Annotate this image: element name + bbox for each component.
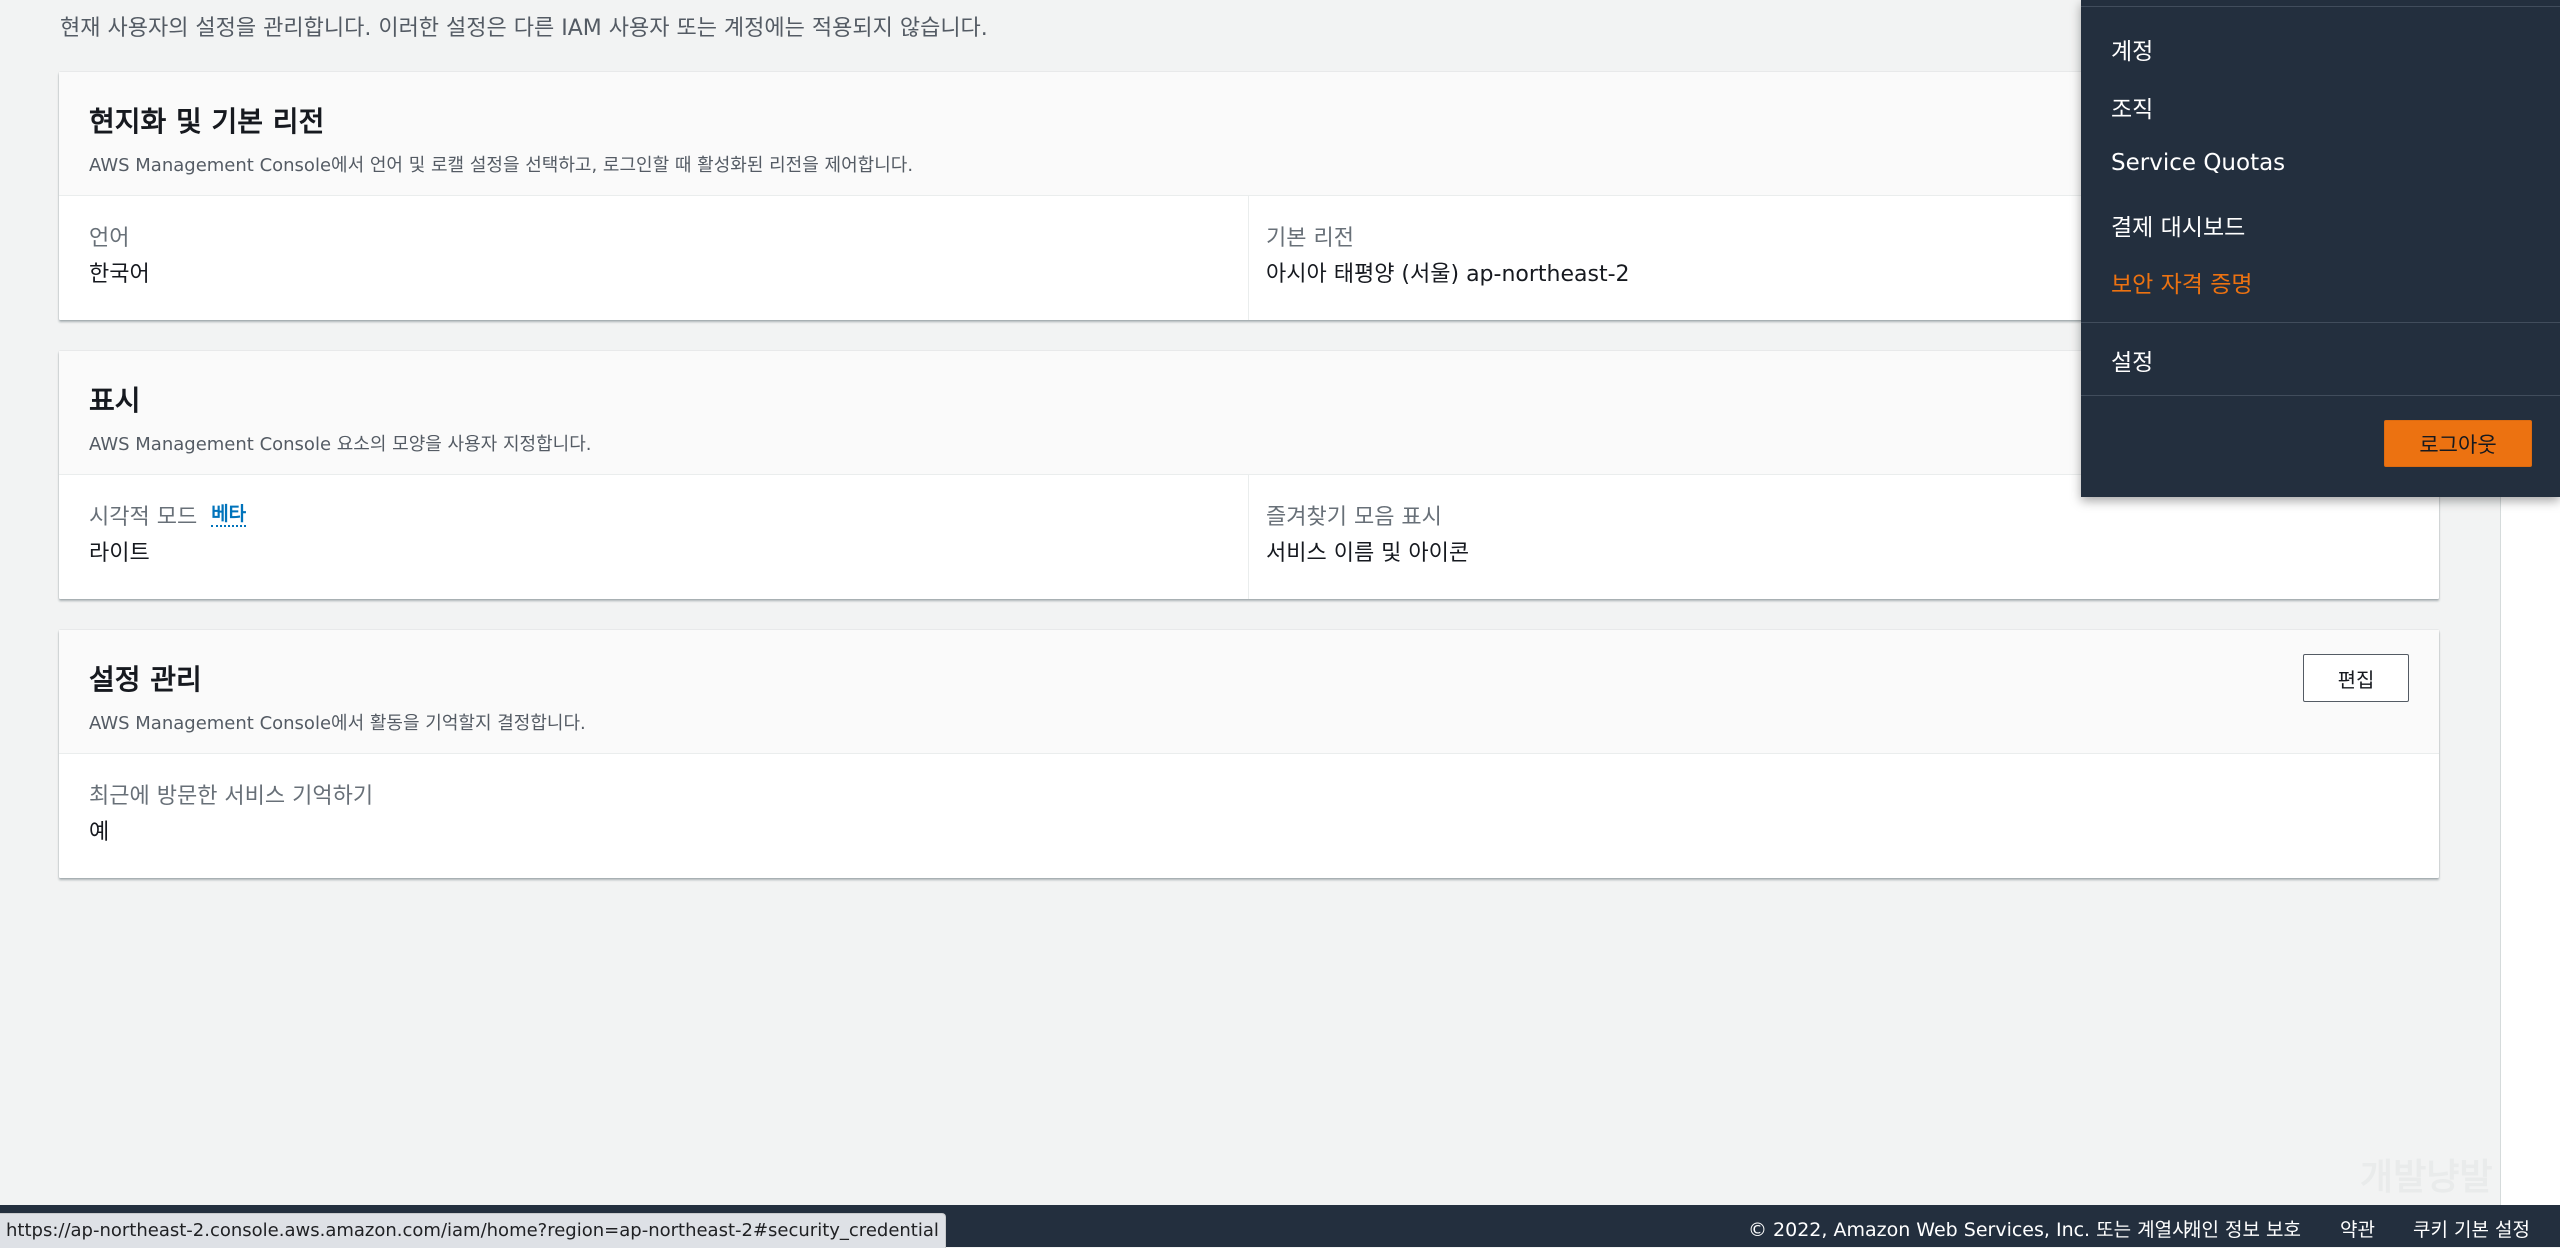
menu-divider [2081,395,2560,396]
recent-services-column: 최근에 방문한 서비스 기억하기 예 [89,754,1229,878]
panel-description: AWS Management Console에서 언어 및 로캘 설정을 선택하… [89,155,914,176]
region-value: 아시아 태평양 (서울) ap-northeast-2 [1266,262,1630,287]
language-column: 언어 한국어 [89,196,1229,320]
visual-mode-label-text: 시각적 모드 [89,505,198,530]
panel-header: 설정 관리 AWS Management Console에서 활동을 기억할지 … [59,630,2439,754]
page-intro-text: 현재 사용자의 설정을 관리합니다. 이러한 설정은 다른 IAM 사용자 또는… [60,16,988,41]
panel-body: 최근에 방문한 서비스 기억하기 예 [59,754,2439,878]
beta-badge-link[interactable]: 베타 [211,503,247,527]
region-label: 기본 리전 [1266,226,1354,251]
menu-item-organizations[interactable]: 조직 [2111,90,2153,124]
menu-item-security-credentials[interactable]: 보안 자격 증명 [2111,265,2253,299]
menu-item-service-quotas[interactable]: Service Quotas [2111,150,2285,176]
panel-title: 설정 관리 [89,663,202,696]
recent-services-label: 최근에 방문한 서비스 기억하기 [89,784,374,809]
visual-mode-value: 라이트 [89,541,150,566]
menu-item-account[interactable]: 계정 [2111,32,2153,66]
menu-item-settings[interactable]: 설정 [2111,343,2153,377]
language-label: 언어 [89,226,130,251]
menu-divider [2081,322,2560,323]
edit-button[interactable]: 편집 [2303,654,2409,702]
visual-mode-column: 시각적 모드 베타 라이트 [89,475,1229,599]
footer-terms-link[interactable]: 약관 [2340,1215,2375,1242]
panel-description: AWS Management Console에서 활동을 기억할지 결정합니다. [89,713,586,734]
panel-title: 표시 [89,384,141,417]
recent-services-value: 예 [89,820,110,845]
settings-management-panel: 설정 관리 AWS Management Console에서 활동을 기억할지 … [59,630,2439,878]
panel-description: AWS Management Console 요소의 모양을 사용자 지정합니다… [89,434,592,455]
panel-title: 현지화 및 기본 리전 [89,105,325,138]
favorites-value: 서비스 이름 및 아이콘 [1266,541,1470,566]
browser-status-url: https://ap-northeast-2.console.aws.amazo… [0,1213,946,1248]
footer-privacy-link[interactable]: 개인 정보 보호 [2184,1215,2301,1242]
visual-mode-label: 시각적 모드 베타 [89,499,247,531]
menu-item-billing-dashboard[interactable]: 결제 대시보드 [2111,208,2245,242]
watermark-text: 개발냥발 [2360,1157,2493,1198]
footer-cookie-preferences-link[interactable]: 쿠키 기본 설정 [2413,1215,2530,1242]
menu-divider [2081,6,2560,7]
logout-button[interactable]: 로그아웃 [2384,420,2532,467]
language-value: 한국어 [89,262,150,287]
footer-copyright: © 2022, Amazon Web Services, Inc. 또는 계열사… [1748,1219,2196,1241]
favorites-label: 즐겨찾기 모음 표시 [1266,505,1442,530]
